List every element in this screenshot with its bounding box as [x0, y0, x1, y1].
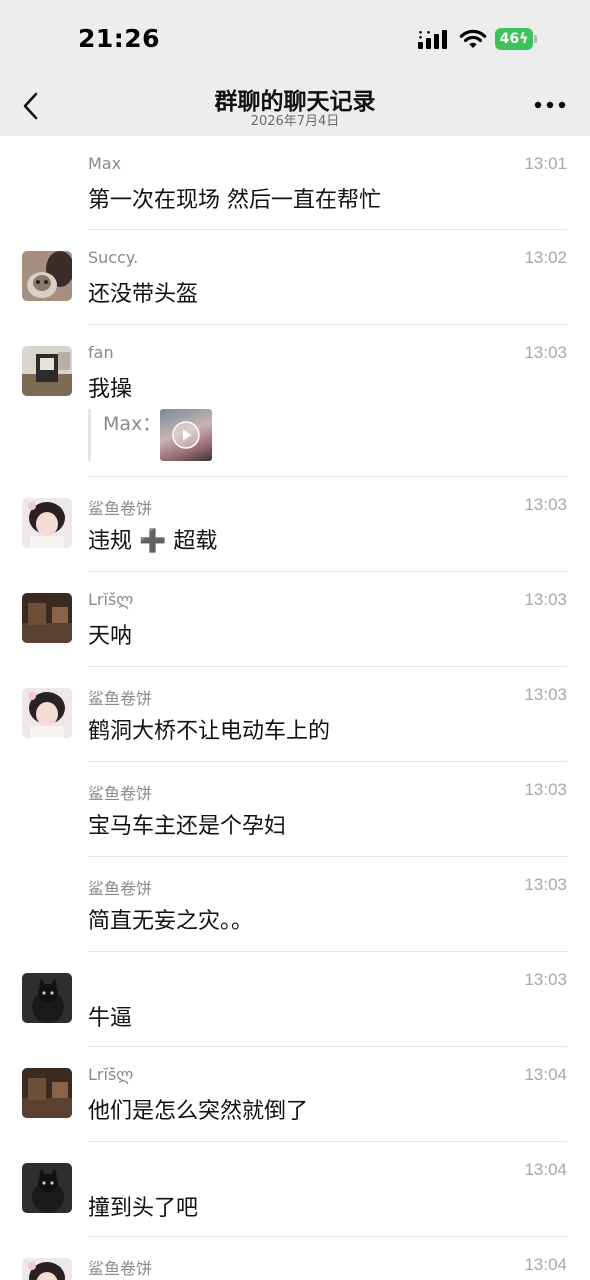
- avatar[interactable]: [22, 973, 72, 1023]
- list-item[interactable]: 鲨鱼卷饼 13:03 宝马车主还是个孕妇: [0, 762, 590, 857]
- message-text: 撞到头了吧: [88, 1196, 199, 1221]
- list-item[interactable]: 鲨鱼卷饼 13:04: [0, 1237, 590, 1280]
- list-item[interactable]: 鲨鱼卷饼 13:03 鹤洞大桥不让电动车上的: [0, 667, 590, 762]
- message-text: 天呐: [88, 624, 133, 649]
- message-text: 第一次在现场 然后一直在帮忙: [88, 188, 381, 213]
- message-text: 鹤洞大桥不让电动车上的: [88, 719, 331, 744]
- message-text: 宝马车主还是个孕妇: [88, 814, 287, 839]
- chat-record-list[interactable]: Max 13:01 第一次在现场 然后一直在帮忙 Succy. 13:02 还没…: [0, 136, 590, 1280]
- avatar[interactable]: [22, 1163, 72, 1213]
- avatar[interactable]: [22, 688, 72, 738]
- message-text: 我操: [88, 377, 133, 402]
- battery-level: 46ϟ: [495, 28, 533, 50]
- more-options-icon[interactable]: [534, 98, 566, 112]
- message-time: 13:03: [524, 590, 567, 609]
- nav-bar: 群聊的聊天记录 2026年7月4日: [0, 80, 590, 136]
- list-item[interactable]: 13:03 牛逼: [0, 952, 590, 1047]
- list-item[interactable]: 鲨鱼卷饼 13:03 违规 ➕ 超载: [0, 477, 590, 572]
- message-text: 简直无妄之灾。。: [88, 909, 254, 934]
- message-text: 他们是怎么突然就倒了: [88, 1099, 309, 1124]
- video-thumbnail[interactable]: [160, 409, 212, 461]
- play-icon: [172, 421, 200, 449]
- quoted-sender: Max：: [103, 413, 162, 435]
- list-item[interactable]: 13:04 撞到头了吧: [0, 1142, 590, 1237]
- message-time: 13:02: [524, 248, 567, 267]
- message-text: 牛逼: [88, 1006, 133, 1031]
- avatar[interactable]: [22, 498, 72, 548]
- message-time: 13:04: [524, 1160, 567, 1179]
- list-item[interactable]: Succy. 13:02 还没带头盔: [0, 230, 590, 325]
- list-item[interactable]: 鲨鱼卷饼 13:03 简直无妄之灾。。: [0, 857, 590, 952]
- status-time: 21:26: [78, 24, 161, 53]
- sender-name: fan: [88, 343, 114, 362]
- avatar[interactable]: [22, 1068, 72, 1118]
- message-time: 13:03: [524, 685, 567, 704]
- sender-name: 鲨鱼卷饼: [88, 879, 153, 898]
- avatar[interactable]: [22, 1258, 72, 1280]
- message-text: 违规 ➕ 超载: [88, 529, 218, 554]
- battery-icon: 46ϟ: [495, 28, 537, 50]
- list-item[interactable]: fan 13:03 我操 Max：: [0, 325, 590, 477]
- avatar[interactable]: [22, 251, 72, 301]
- wifi-icon: [459, 29, 487, 48]
- sender-name: Succy.: [88, 248, 139, 267]
- message-time: 13:03: [524, 495, 567, 514]
- sender-name: Lrĭšლ: [88, 590, 134, 609]
- message-time: 13:04: [524, 1065, 567, 1084]
- message-time: 13:01: [524, 154, 567, 173]
- sender-name: Max: [88, 154, 122, 173]
- cellular-signal-icon: [418, 30, 447, 49]
- avatar[interactable]: [22, 346, 72, 396]
- avatar[interactable]: [22, 593, 72, 643]
- sender-name: 鲨鱼卷饼: [88, 784, 153, 803]
- message-text: 还没带头盔: [88, 282, 199, 307]
- sender-name: 鲨鱼卷饼: [88, 689, 153, 708]
- sender-name: Lrĭšლ: [88, 1065, 134, 1084]
- quoted-message[interactable]: Max：: [88, 409, 288, 461]
- list-item[interactable]: Max 13:01 第一次在现场 然后一直在帮忙: [0, 136, 590, 230]
- message-time: 13:03: [524, 970, 567, 989]
- list-item[interactable]: Lrĭšლ 13:03 天呐: [0, 572, 590, 667]
- status-bar: 21:26 46ϟ: [0, 0, 590, 80]
- sender-name: 鲨鱼卷饼: [88, 1259, 153, 1278]
- message-time: 13:03: [524, 343, 567, 362]
- message-time: 13:03: [524, 780, 567, 799]
- list-item[interactable]: Lrĭšლ 13:04 他们是怎么突然就倒了: [0, 1047, 590, 1142]
- page-date: 2026年7月4日: [250, 114, 340, 129]
- message-time: 13:04: [524, 1255, 567, 1274]
- sender-name: 鲨鱼卷饼: [88, 499, 153, 518]
- message-time: 13:03: [524, 875, 567, 894]
